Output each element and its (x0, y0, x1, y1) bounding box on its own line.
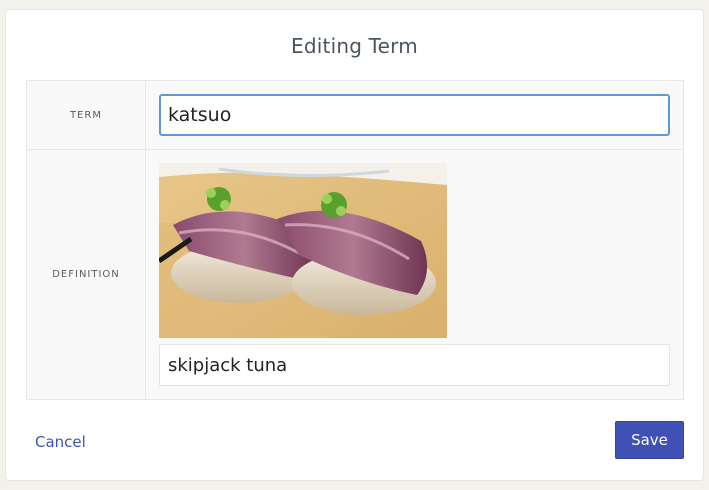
definition-label: DEFINITION (27, 150, 146, 399)
cancel-link[interactable]: Cancel (35, 433, 86, 451)
definition-image[interactable] (159, 163, 447, 338)
dialog-title: Editing Term (291, 34, 418, 58)
term-input[interactable] (159, 94, 670, 136)
term-label: TERM (27, 81, 146, 149)
term-value-cell (146, 81, 683, 149)
term-form: TERM DEFINITION (26, 80, 684, 400)
definition-row: DEFINITION (27, 150, 683, 399)
definition-input[interactable] (159, 344, 670, 386)
edit-term-dialog: Editing Term TERM DEFINITION (5, 9, 704, 481)
definition-value-cell (146, 150, 683, 399)
sushi-photo (159, 163, 447, 338)
term-row: TERM (27, 81, 683, 150)
save-button[interactable]: Save (615, 421, 684, 459)
